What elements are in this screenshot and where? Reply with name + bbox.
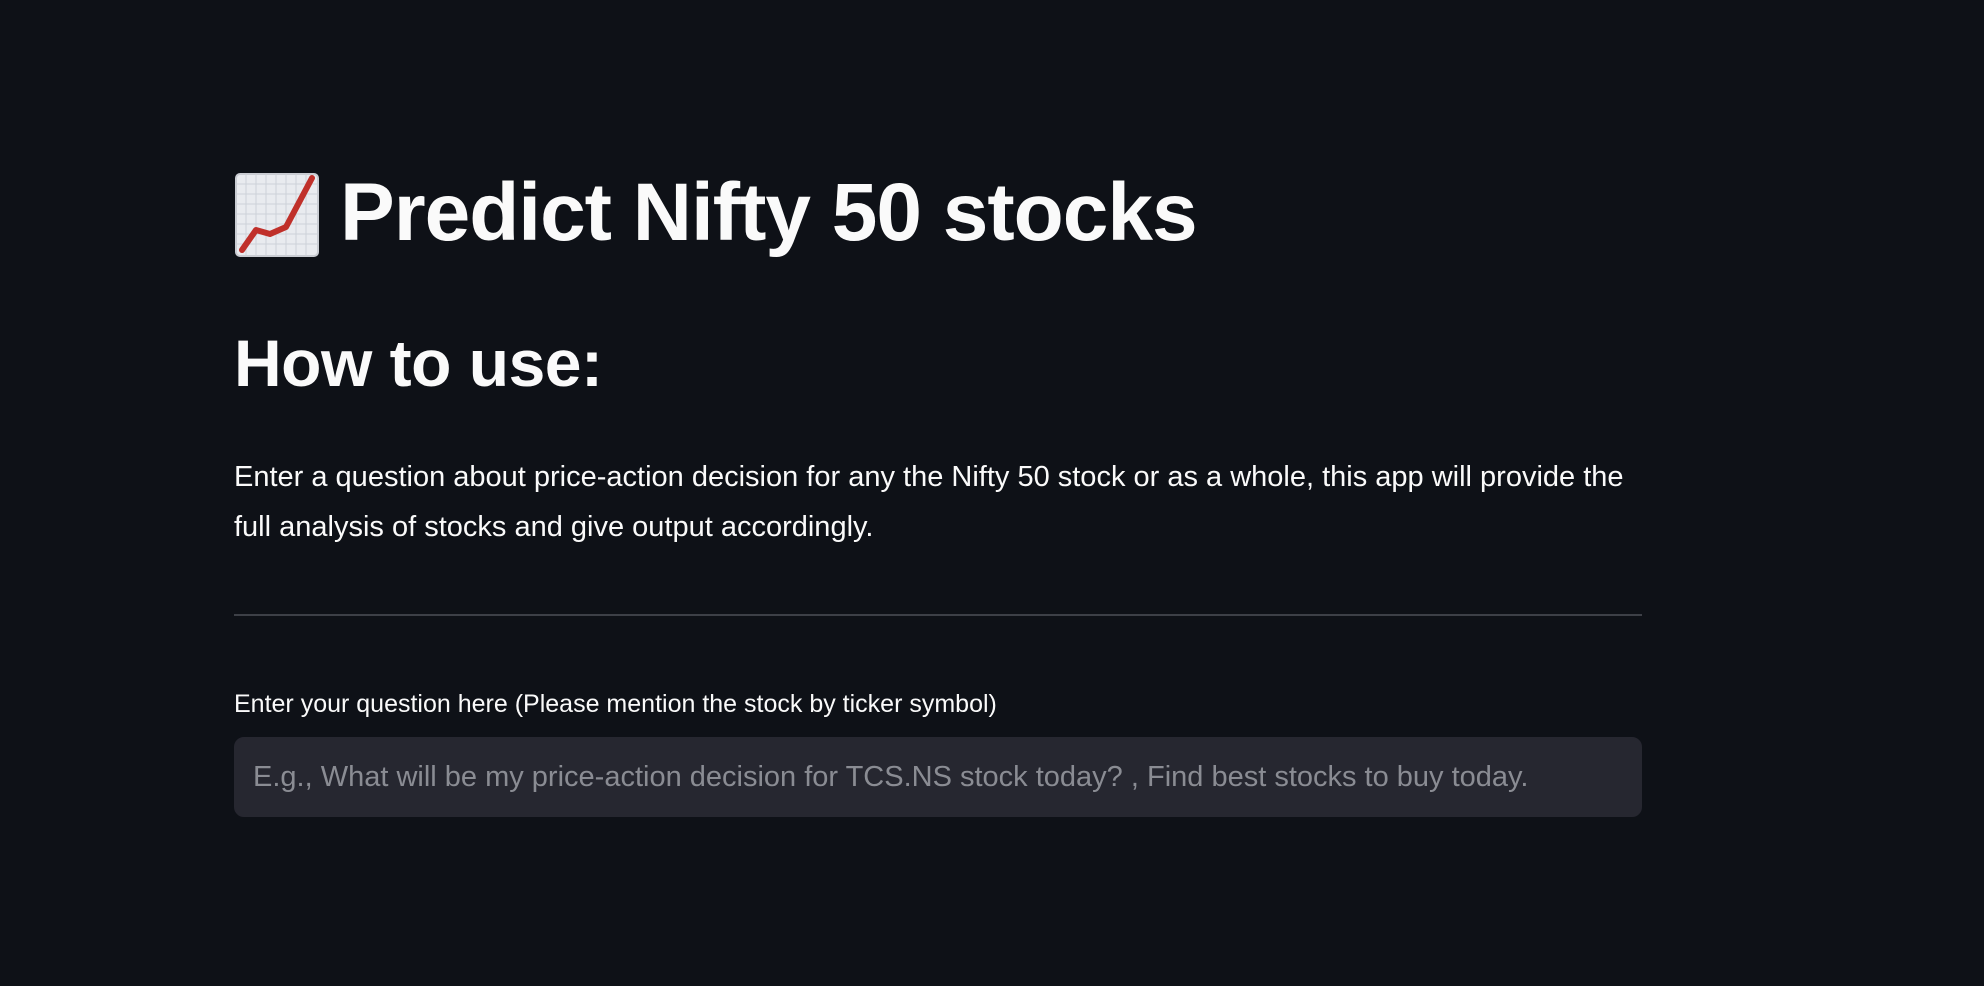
question-input[interactable] [234,737,1642,817]
how-to-use-heading: How to use: [234,326,603,400]
chart-increasing-icon [234,172,320,258]
divider [234,614,1642,616]
how-to-use-description: Enter a question about price-action deci… [234,461,1624,543]
page-header: Predict Nifty 50 stocks [234,158,1198,268]
question-input-label: Enter your question here (Please mention… [234,690,997,718]
page-title: Predict Nifty 50 stocks [340,167,1198,258]
